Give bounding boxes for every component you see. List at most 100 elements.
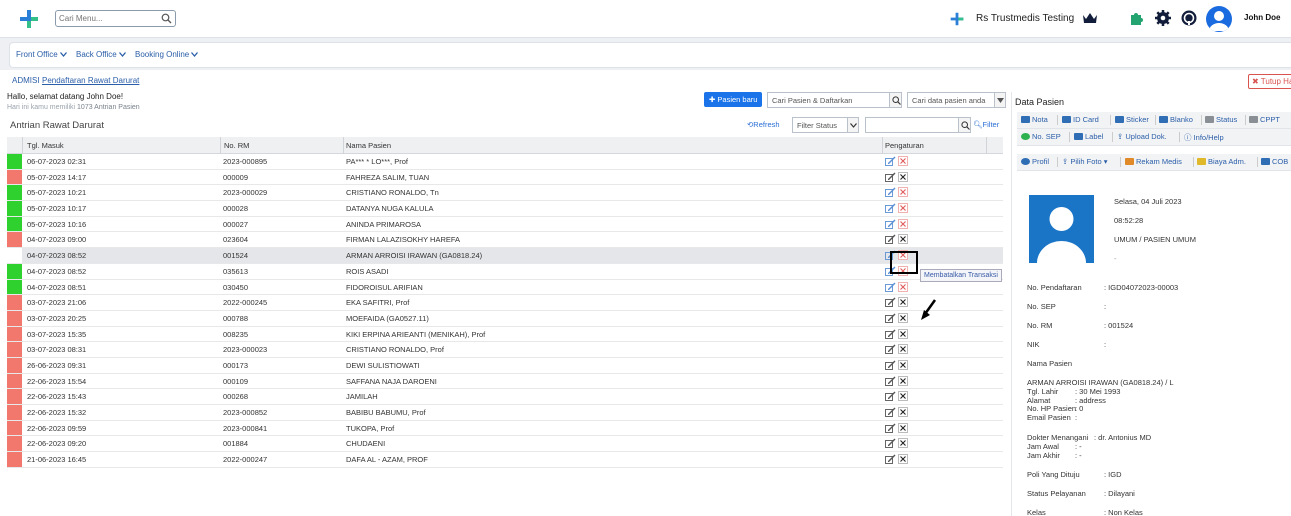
filter-status-dropdown[interactable] [847,117,859,133]
delete-icon[interactable] [898,438,908,449]
cob-button[interactable]: COB [1261,157,1288,166]
app-logo-icon[interactable] [19,9,39,29]
edit-icon[interactable] [885,156,896,166]
delete-icon[interactable] [898,281,908,292]
menu-booking-online[interactable]: Booking Online [135,50,199,59]
table-row[interactable]: 22-06-2023 09:20 001884 CHUDAENI [7,436,1003,453]
edit-icon[interactable] [885,344,896,355]
admin-fee-button[interactable]: Biaya Adm. [1197,157,1246,166]
menu-front-office[interactable]: Front Office [16,50,67,59]
edit-icon[interactable] [885,423,896,433]
profile-button[interactable]: Profil [1021,157,1049,166]
info-help-button[interactable]: ⓘ Info/Help [1184,132,1224,143]
table-row[interactable]: 05-07-2023 10:21 2023-000029 CRISTIANO RON… [7,185,1003,202]
edit-icon[interactable] [885,187,896,198]
col-no-rm[interactable]: No. RM [224,141,249,150]
filter-status-select[interactable]: Filter Status [792,117,848,133]
delete-icon[interactable] [898,187,908,198]
edit-icon[interactable] [885,438,896,449]
user-name[interactable]: John Doe [1244,13,1280,22]
edit-icon[interactable] [885,203,896,214]
status-button[interactable]: Status [1205,115,1237,124]
filter-button[interactable]: 🔍︎Filter [973,120,999,129]
table-row[interactable]: 06-07-2023 02:31 2023-000895 PA*** * LO***… [7,154,1003,170]
delete-icon[interactable] [898,454,908,465]
cppt-button[interactable]: CPPT [1249,115,1280,124]
table-row[interactable]: 03-07-2023 21:06 2022-000245 EKA SAFITRI, … [7,295,1003,311]
tab-pendaftaran-rawat-darurat[interactable]: Pendaftaran Rawat Darurat [42,76,139,85]
delete-icon[interactable] [898,171,908,182]
edit-icon[interactable] [885,313,896,323]
sticker-button[interactable]: Sticker [1115,115,1149,124]
table-row[interactable]: 21-06-2023 16:45 2022-000247 DAFA AL - AZA… [7,452,1003,468]
pick-photo-button[interactable]: ⇪ Pilih Foto ▾ [1062,157,1108,166]
delete-icon[interactable] [898,359,908,370]
edit-icon[interactable] [885,297,896,308]
table-row[interactable]: 26-06-2023 09:31 000173 DEWI SULISTIOWATI [7,357,1003,374]
table-row[interactable]: 05-07-2023 10:16 000027 ANINDA PRIMAROSA [7,216,1003,233]
table-row[interactable]: 04-07-2023 08:52 001524 ARMAN ARROISI IRAW… [7,248,1003,264]
edit-icon[interactable] [885,360,896,370]
crown-icon[interactable] [1082,11,1098,25]
table-row[interactable]: 05-07-2023 10:17 000028 DATANYA NUGA KALUL… [7,201,1003,217]
filter-text-input[interactable] [865,117,960,133]
patient-photo[interactable] [1029,195,1094,263]
help-icon[interactable] [1180,9,1198,27]
refresh-button[interactable]: ⟲Refresh [747,120,780,129]
no-sep-button[interactable]: No. SEP [1021,132,1061,141]
menu-search-input[interactable] [59,13,159,24]
search-patient-dropdown[interactable] [994,92,1006,108]
edit-icon[interactable] [885,172,896,182]
search-register-button[interactable] [889,92,902,108]
filter-search-button[interactable] [958,117,971,133]
edit-icon[interactable] [885,282,896,292]
delete-icon[interactable] [898,375,908,386]
delete-icon[interactable] [898,218,908,229]
delete-icon[interactable] [898,297,908,308]
menu-back-office[interactable]: Back Office [76,50,126,59]
table-row[interactable]: 22-06-2023 09:59 2023-000841 TUKOPA, Prof [7,420,1003,437]
edit-icon[interactable] [885,329,896,339]
label-button[interactable]: Label [1074,132,1103,141]
table-row[interactable]: 22-06-2023 15:43 000268 JAMILAH [7,389,1003,405]
delete-icon[interactable] [898,391,908,402]
search-icon[interactable] [161,13,172,24]
edit-icon[interactable] [885,391,896,402]
edit-icon[interactable] [885,219,896,229]
upload-doc-button[interactable]: ⇪ Upload Dok. [1117,132,1167,141]
search-register-input[interactable]: Cari Pasien & Daftarkan [767,92,890,108]
new-patient-button[interactable]: ✚ Pasien baru [704,92,762,107]
delete-icon[interactable] [898,328,908,339]
delete-icon[interactable] [898,344,908,355]
medical-record-button[interactable]: Rekam Medis [1125,157,1182,166]
table-row[interactable]: 03-07-2023 08:31 2023-000023 CRISTIANO RON… [7,342,1003,358]
delete-icon[interactable] [898,422,908,433]
table-row[interactable]: 03-07-2023 20:25 000788 MOEFAIDA (GA0527.1… [7,310,1003,327]
breadcrumb-root[interactable]: ADMISI [12,76,40,85]
table-row[interactable]: 03-07-2023 15:35 008235 KIKI ERPINA ARIEAN… [7,326,1003,343]
blanko-button[interactable]: Blanko [1159,115,1193,124]
close-tab-button[interactable]: ✖ Tutup Ha [1248,74,1291,89]
edit-icon[interactable] [885,234,896,245]
search-patient-data-input[interactable]: Cari data pasien anda [907,92,995,108]
edit-icon[interactable] [885,376,896,386]
table-row[interactable]: 05-07-2023 14:17 000009 FAHREZA SALIM, TUA… [7,169,1003,186]
table-row[interactable]: 04-07-2023 08:51 030450 FIDOROISUL ARIFIAN [7,279,1003,296]
nota-button[interactable]: Nota [1021,115,1048,124]
delete-icon[interactable] [898,203,908,214]
delete-icon[interactable] [898,407,908,417]
user-avatar[interactable] [1206,6,1232,32]
delete-icon[interactable] [898,312,908,323]
edit-icon[interactable] [885,407,896,417]
delete-icon[interactable] [898,156,908,166]
puzzle-icon[interactable] [1128,9,1146,27]
delete-icon[interactable] [898,234,908,245]
id-card-button[interactable]: ID Card [1062,115,1099,124]
table-row[interactable]: 04-07-2023 08:52 035613 ROIS ASADI [7,263,1003,280]
edit-icon[interactable] [885,454,896,465]
table-row[interactable]: 04-07-2023 09:00 023604 FIRMAN LALAZISOKHY… [7,232,1003,249]
table-row[interactable]: 22-06-2023 15:54 000109 SAFFANA NAJA DAROE… [7,373,1003,390]
menu-search[interactable] [55,10,176,27]
col-nama-pasien[interactable]: Nama Pasien [346,141,391,150]
table-row[interactable]: 22-06-2023 15:32 2023-000852 BABIBU BABUMU… [7,405,1003,421]
